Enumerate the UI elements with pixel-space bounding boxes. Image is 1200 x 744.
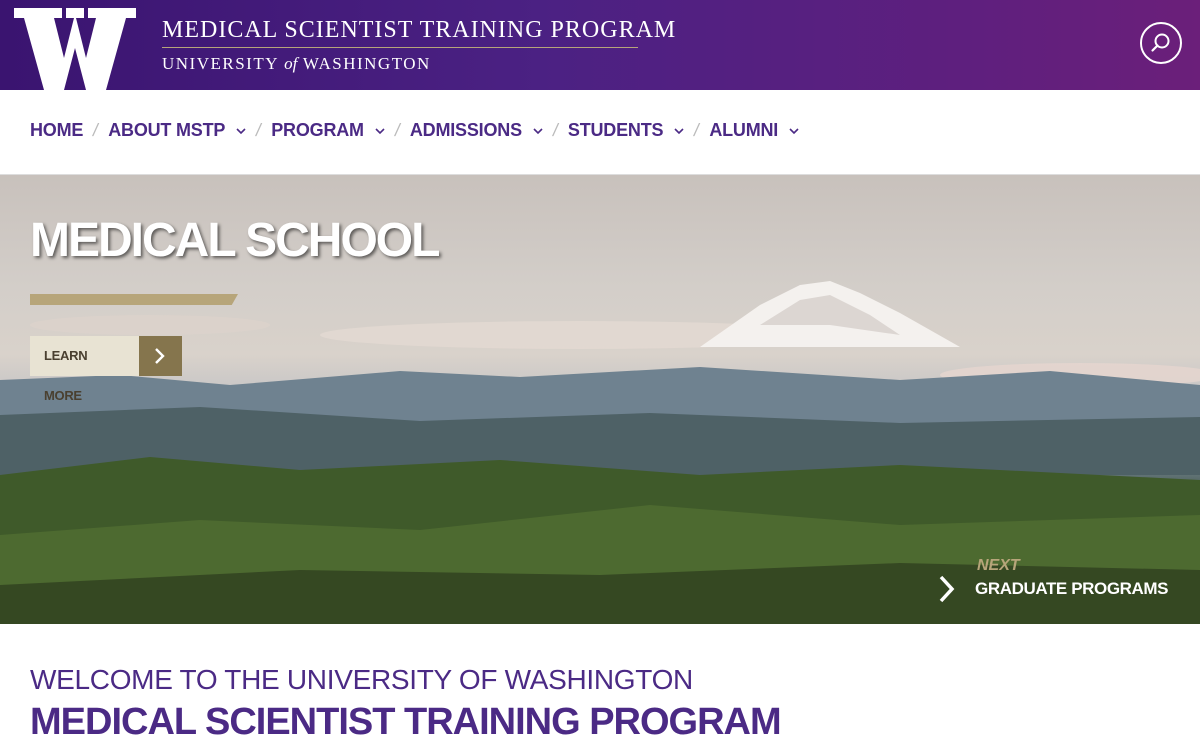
nav-item-program[interactable]: PROGRAM (271, 120, 385, 141)
title-divider (162, 47, 638, 48)
learn-more-label: LEARN MORE (30, 336, 139, 403)
university-name: UNIVERSITY of WASHINGTON (162, 54, 676, 74)
search-button[interactable] (1140, 22, 1182, 64)
nav-separator: / (692, 120, 702, 140)
nav-item-label: PROGRAM (271, 120, 364, 140)
university-prefix: UNIVERSITY (162, 54, 279, 73)
nav-item-admissions[interactable]: ADMISSIONS (410, 120, 543, 141)
hero-slider: MEDICAL SCHOOL LEARN MORE NEXT GRADUATE … (0, 175, 1200, 624)
next-label: NEXT (977, 557, 1020, 574)
hero-accent-bar (30, 294, 238, 305)
nav-separator: / (254, 120, 264, 140)
search-icon (1151, 33, 1170, 52)
nav-list: HOME / ABOUT MSTP / PROGRAM / ADMISSIONS… (30, 120, 799, 141)
welcome-program-title: MEDICAL SCIENTIST TRAINING PROGRAM (30, 701, 782, 743)
nav-item-label: ABOUT MSTP (108, 120, 226, 140)
chevron-down-icon[interactable] (789, 128, 799, 135)
hero-title: MEDICAL SCHOOL (30, 214, 440, 267)
nav-item-label: HOME (30, 120, 84, 140)
program-title: MEDICAL SCIENTIST TRAINING PROGRAM (162, 17, 677, 43)
chevron-right-icon (155, 348, 165, 364)
nav-separator: / (91, 120, 101, 140)
nav-item-label: ALUMNI (709, 120, 779, 140)
learn-more-button[interactable]: LEARN MORE (30, 336, 182, 403)
site-header: MEDICAL SCIENTIST TRAINING PROGRAM UNIVE… (0, 0, 1200, 90)
nav-item-home[interactable]: HOME (30, 120, 83, 141)
nav-item-about-mstp[interactable]: ABOUT MSTP (108, 120, 246, 141)
university-suffix: WASHINGTON (302, 54, 431, 73)
learn-more-arrow (139, 336, 182, 376)
nav-separator: / (551, 120, 560, 140)
welcome-heading: WELCOME TO THE UNIVERSITY OF WASHINGTON (30, 664, 693, 695)
site-title-block[interactable]: MEDICAL SCIENTIST TRAINING PROGRAM UNIVE… (162, 16, 676, 74)
main-navigation: HOME / ABOUT MSTP / PROGRAM / ADMISSIONS… (0, 90, 1200, 175)
uw-w-logo[interactable] (14, 8, 136, 90)
nav-item-label: ADMISSIONS (409, 120, 522, 140)
chevron-down-icon[interactable] (674, 128, 684, 135)
nav-item-label: STUDENTS (567, 120, 664, 140)
next-slide-title: GRADUATE PROGRAMS (975, 579, 1169, 598)
chevron-down-icon[interactable] (375, 128, 385, 135)
chevron-down-icon[interactable] (533, 128, 543, 135)
nav-item-alumni[interactable]: ALUMNI (709, 120, 799, 141)
university-of: of (284, 54, 298, 73)
nav-separator: / (393, 120, 402, 140)
chevron-right-icon (939, 575, 955, 603)
chevron-down-icon[interactable] (236, 128, 246, 135)
nav-item-students[interactable]: STUDENTS (568, 120, 684, 141)
